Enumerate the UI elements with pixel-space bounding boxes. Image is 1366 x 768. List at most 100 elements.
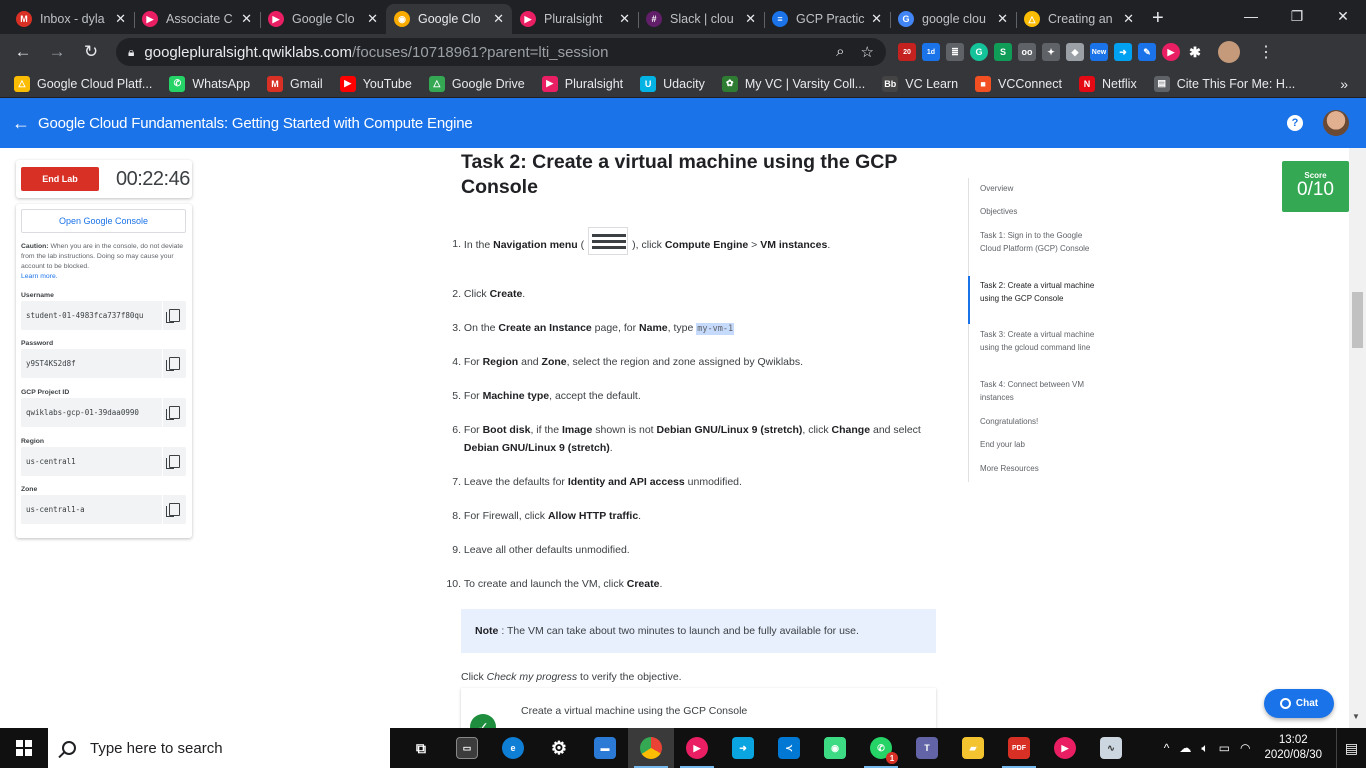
taskbar-display[interactable]: ▬ (582, 728, 628, 768)
bookmark-item[interactable]: Bb VC Learn (882, 75, 958, 92)
bookmark-item[interactable]: △ Google Cloud Platf... (14, 75, 152, 92)
toc-task-3[interactable]: Task 3: Create a virtual machine using t… (980, 328, 1100, 354)
ext-badge-icon[interactable]: 20 (898, 43, 916, 61)
bookmark-item[interactable]: U Udacity (640, 75, 705, 92)
zone-field[interactable]: us-central1-a (21, 495, 186, 524)
tab-close-icon[interactable]: ✕ (367, 11, 378, 27)
toc-task-1[interactable]: Task 1: Sign in to the Google Cloud Plat… (980, 229, 1100, 255)
taskbar-pdf[interactable]: PDF (996, 728, 1042, 768)
weather-icon[interactable]: ☁ (1179, 741, 1191, 756)
ext-share-icon[interactable]: ➜ (1114, 43, 1132, 61)
toc-more-resources[interactable]: More Resources (980, 462, 1100, 475)
tab-close-icon[interactable]: ✕ (745, 11, 756, 27)
copy-region-button[interactable] (162, 447, 186, 476)
bookmark-item[interactable]: ■ VCConnect (975, 75, 1062, 92)
taskbar-teams[interactable]: T (904, 728, 950, 768)
tab-close-icon[interactable]: ✕ (493, 11, 504, 27)
taskbar-whatsapp[interactable]: ✆ 1 (858, 728, 904, 768)
taskbar-explorer[interactable]: ▰ (950, 728, 996, 768)
browser-tab[interactable]: Ggoogle clou ✕ (890, 4, 1016, 34)
browser-tab[interactable]: ▶ Associate C ✕ (134, 4, 260, 34)
close-window-button[interactable]: ✕ (1320, 0, 1366, 32)
taskbar-settings[interactable]: ⚙ (536, 728, 582, 768)
taskbar-edge[interactable]: e (490, 728, 536, 768)
browser-tab[interactable]: ≡ GCP Practic ✕ (764, 4, 890, 34)
chat-button[interactable]: Chat (1264, 689, 1334, 718)
region-field[interactable]: us-central1 (21, 447, 186, 476)
tab-close-icon[interactable]: ✕ (997, 11, 1008, 27)
copy-zone-button[interactable] (162, 495, 186, 524)
new-tab-button[interactable]: + (1142, 7, 1174, 34)
taskbar-pluralsight[interactable]: ▶ (674, 728, 720, 768)
ext-calendar-icon[interactable]: 1d (922, 43, 940, 61)
address-bar[interactable]: 🔒︎ googlepluralsight.qwiklabs.com /focus… (116, 38, 886, 66)
tab-close-icon[interactable]: ✕ (619, 11, 630, 27)
browser-tab[interactable]: ◉ Google Clo ✕ (386, 4, 512, 34)
learn-more-link[interactable]: Learn more. (21, 272, 189, 282)
bookmark-item[interactable]: ✿ My VC | Varsity Coll... (721, 75, 865, 92)
ext-cube-icon[interactable]: ◆ (1066, 43, 1084, 61)
browser-tab[interactable]: M Inbox - dyla ✕ (8, 4, 134, 34)
copy-username-button[interactable] (162, 301, 186, 330)
show-hidden-icons[interactable]: ^ (1164, 741, 1170, 756)
password-field[interactable]: y9ST4KS2d8f (21, 349, 186, 378)
bookmark-item[interactable]: M Gmail (267, 75, 323, 92)
notification-center-icon[interactable]: ▤ (1336, 728, 1366, 768)
profile-avatar[interactable] (1218, 41, 1240, 63)
zoom-search-icon[interactable]: ⌕ (836, 43, 844, 61)
taskbar-pluralsight-2[interactable]: ▶ (1042, 728, 1088, 768)
taskbar-clock[interactable]: 13:02 2020/08/30 (1264, 733, 1322, 763)
browser-menu-icon[interactable]: ⋮ (1258, 42, 1274, 62)
project-id-field[interactable]: qwiklabs-gcp-01-39daa0990 (21, 398, 186, 427)
extensions-puzzle-icon[interactable]: ✱ (1186, 43, 1204, 61)
taskbar-search[interactable]: Type here to search (48, 728, 390, 768)
taskbar-android[interactable]: ◉ (812, 728, 858, 768)
bookmarks-overflow-icon[interactable]: » (1340, 76, 1348, 92)
taskbar-share[interactable]: ➜ (720, 728, 766, 768)
page-scrollbar[interactable] (1349, 148, 1366, 728)
forward-button[interactable]: → (40, 42, 74, 62)
vm-name-code[interactable]: my-vm-1 (696, 323, 735, 335)
bookmark-item[interactable]: N Netflix (1078, 75, 1137, 92)
toc-objectives[interactable]: Objectives (980, 205, 1100, 218)
help-icon[interactable]: ? (1287, 115, 1303, 131)
browser-tab[interactable]: △ Creating an ✕ (1016, 4, 1142, 34)
taskbar-vscode[interactable]: ≺ (766, 728, 812, 768)
reload-button[interactable]: ↻ (74, 42, 108, 62)
ext-pen-icon[interactable]: ✎ (1138, 43, 1156, 61)
tab-close-icon[interactable]: ✕ (1123, 11, 1134, 27)
scroll-down-icon[interactable]: ▼ (1352, 712, 1360, 721)
taskbar-monitor[interactable]: ∿ (1088, 728, 1134, 768)
ext-grammarly-icon[interactable]: G (970, 43, 988, 61)
back-arrow-icon[interactable]: ← (12, 113, 30, 134)
tab-close-icon[interactable]: ✕ (241, 11, 252, 27)
wifi-icon[interactable]: ◠ (1240, 741, 1250, 756)
browser-tab[interactable]: # Slack | clou ✕ (638, 4, 764, 34)
ext-new-icon[interactable]: New (1090, 43, 1108, 61)
tab-close-icon[interactable]: ✕ (871, 11, 882, 27)
toc-congratulations[interactable]: Congratulations! (980, 415, 1100, 428)
tab-close-icon[interactable]: ✕ (115, 11, 126, 27)
ext-dropbox-icon[interactable]: ✦ (1042, 43, 1060, 61)
bookmark-star-icon[interactable]: ☆ (861, 43, 874, 61)
taskbar-terminal[interactable]: ▭ (444, 728, 490, 768)
ext-glasses-icon[interactable]: oo (1018, 43, 1036, 61)
bookmark-item[interactable]: ▶ YouTube (339, 75, 412, 92)
toc-end-your-lab[interactable]: End your lab (980, 438, 1100, 451)
taskbar-chrome[interactable] (628, 728, 674, 768)
back-button[interactable]: ← (6, 42, 40, 62)
bookmark-item[interactable]: △ Google Drive (428, 75, 525, 92)
ext-pluralsight-icon[interactable]: ▶ (1162, 43, 1180, 61)
ext-s-icon[interactable]: S (994, 43, 1012, 61)
battery-icon[interactable]: ▭ (1219, 741, 1230, 756)
end-lab-button[interactable]: End Lab (21, 167, 99, 191)
open-google-console-button[interactable]: Open Google Console (21, 209, 186, 233)
task-view-button[interactable]: ⧉ (398, 728, 444, 768)
toc-task-4[interactable]: Task 4: Connect between VM instances (980, 378, 1100, 404)
ext-reader-icon[interactable]: ≣ (946, 43, 964, 61)
minimize-button[interactable]: — (1228, 0, 1274, 32)
toc-task-2[interactable]: Task 2: Create a virtual machine using t… (980, 279, 1100, 305)
toc-overview[interactable]: Overview (980, 182, 1100, 195)
browser-tab[interactable]: ▶ Pluralsight ✕ (512, 4, 638, 34)
copy-password-button[interactable] (162, 349, 186, 378)
